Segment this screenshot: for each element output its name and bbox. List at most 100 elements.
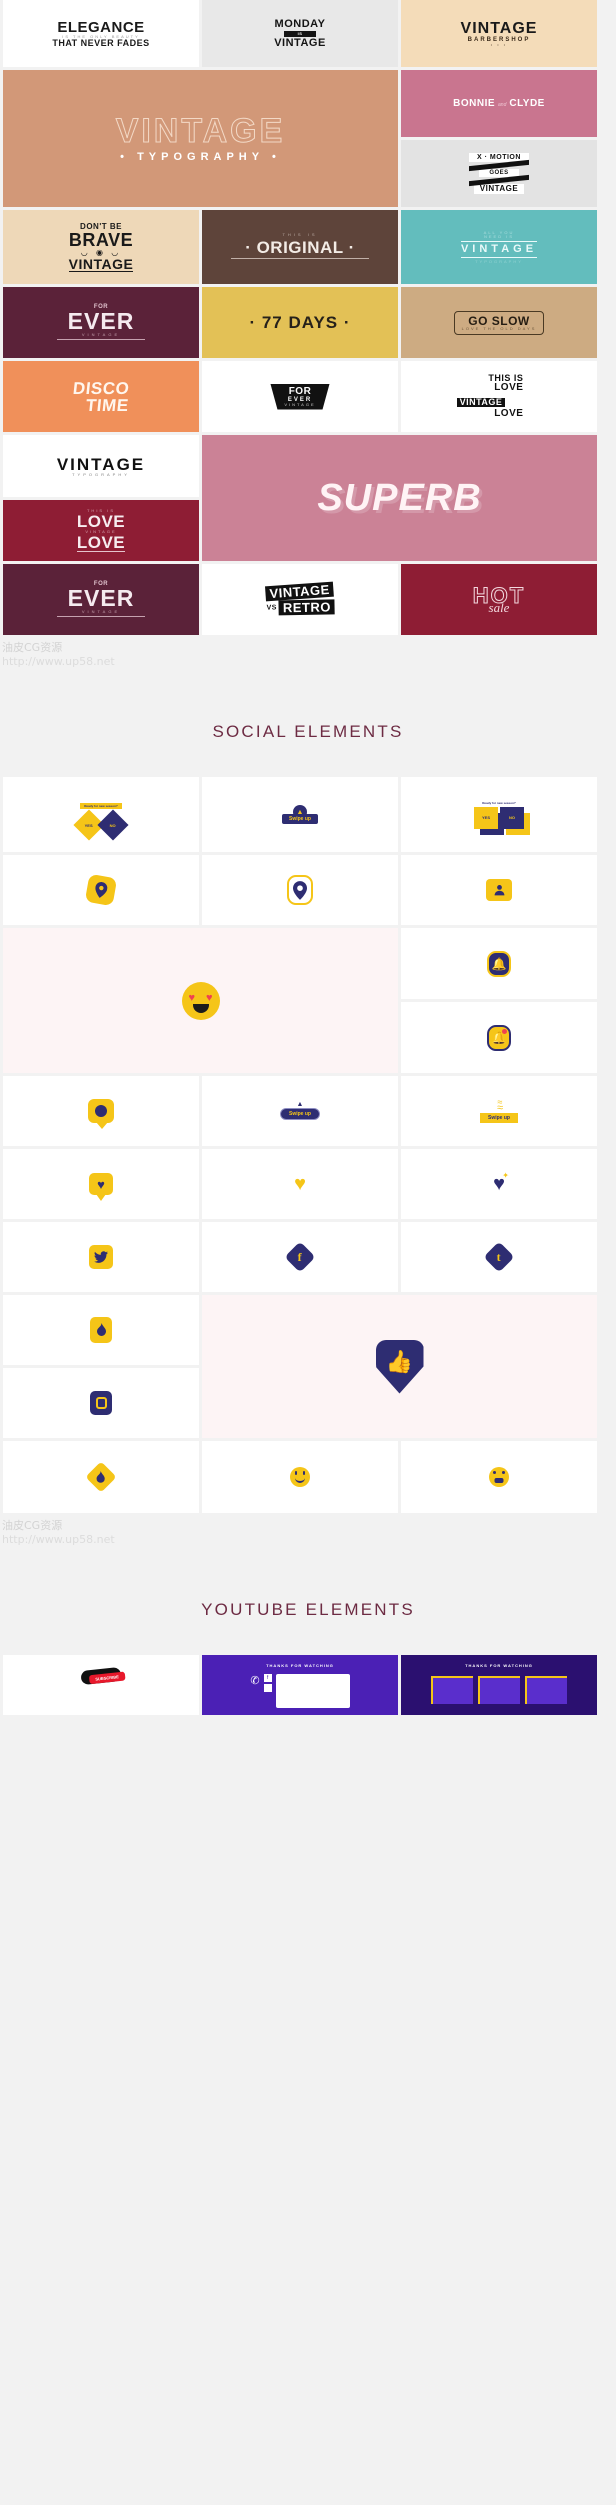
poster-card[interactable]: VINTAGE VS RETRO	[202, 564, 398, 635]
poll-question: Ready for new season?	[482, 800, 516, 805]
watermark-line-1: 油皮CG资源	[2, 641, 63, 654]
poster-card[interactable]: THIS IS · ORIGINAL ·	[202, 210, 398, 284]
poster-card[interactable]: THIS IS LOVE VINTAGE LOVE	[3, 500, 199, 561]
location-pin-burst-icon	[84, 873, 118, 907]
social-card[interactable]	[3, 1295, 199, 1365]
social-card[interactable]: ▲ Swipe up	[202, 1076, 398, 1146]
poster-card[interactable]: DISCO TIME	[3, 361, 199, 432]
poster-line: BONNIE	[453, 97, 496, 109]
end-screen-title: THANKS FOR WATCHING	[266, 1663, 334, 1668]
poster-line: CLYDE	[509, 97, 545, 109]
poster-line: BRAVE	[68, 229, 134, 250]
poster-card[interactable]: ELEGANCE IS THE ONLY BEAUTY THAT NEVER F…	[3, 0, 199, 67]
contact-card-icon	[486, 879, 512, 901]
social-card[interactable]: 👍	[202, 1295, 597, 1438]
poster-line: TYPOGRAPHY	[72, 471, 130, 477]
section-heading-social: SOCIAL ELEMENTS	[0, 687, 616, 777]
poll-yes-label: YES	[481, 815, 490, 820]
facebook-icon: f	[284, 1241, 316, 1273]
social-card[interactable]: t	[401, 1222, 597, 1292]
poster-card[interactable]: THIS IS LOVE VINTAGE LOVE	[401, 361, 597, 432]
social-card[interactable]: Ready for new season? YES NO	[401, 777, 597, 852]
social-card[interactable]: ♥	[202, 1149, 398, 1219]
social-card[interactable]	[3, 1441, 199, 1513]
poster-line: LOVE THE OLD DAYS	[461, 325, 537, 331]
poster-line: TIME	[84, 395, 130, 415]
social-card[interactable]: Ready for new season? YES NO	[3, 777, 199, 852]
poster-line: EVER	[67, 584, 135, 611]
poll-square-icon: Ready for new season? YES NO	[474, 800, 530, 835]
poster-line: LOVE	[494, 382, 524, 393]
poster-card[interactable]: HOT sale	[401, 564, 597, 635]
poster-card[interactable]: VINTAGE TYPOGRAPHY	[3, 435, 199, 497]
poll-no-label: NO	[509, 815, 515, 820]
social-card[interactable]	[3, 855, 199, 925]
poster-card[interactable]: MONDAY IS VINTAGE	[202, 0, 398, 67]
poster-card[interactable]: SUPERB	[202, 435, 597, 561]
poster-line: VINTAGE	[56, 454, 146, 474]
poster-line: ELEGANCE	[57, 18, 145, 36]
social-card[interactable]	[202, 1441, 398, 1513]
poster-card[interactable]: BONNIE and CLYDE	[401, 70, 597, 137]
poster-line: THAT NEVER FADES	[52, 37, 150, 48]
typography-grid: ELEGANCE IS THE ONLY BEAUTY THAT NEVER F…	[0, 0, 616, 635]
poster-line: TYPOGRAPHY	[475, 258, 523, 264]
section-heading-youtube: YOUTUBE ELEMENTS	[0, 1565, 616, 1655]
youtube-card[interactable]: THANKS FOR WATCHING ✆ f	[202, 1655, 398, 1715]
watermark-line-2: http://www.up58.net	[2, 1532, 115, 1546]
poster-card[interactable]: FOR EVER VINTAGE	[3, 287, 199, 358]
bell-badge-icon: 🔔	[487, 950, 511, 977]
poster-line: VINTAGE	[81, 331, 121, 337]
location-pin-icon	[287, 875, 313, 905]
social-card[interactable]: ♥	[3, 1149, 199, 1219]
heart-eyes-emoji-icon: ♥ ♥	[181, 981, 220, 1020]
poster-card[interactable]: ALL YOU NEED IS VINTAGE TYPOGRAPHY	[401, 210, 597, 284]
poster-card[interactable]: DON'T BE BRAVE ◡ ◉ ◡ VINTAGE	[3, 210, 199, 284]
social-card[interactable]: ♥ ✦	[401, 1149, 597, 1219]
poster-card[interactable]: · 77 DAYS ·	[202, 287, 398, 358]
poster-line: THIS IS	[86, 508, 115, 513]
poster-card[interactable]: GO SLOW LOVE THE OLD DAYS	[401, 287, 597, 358]
smiley-face-icon	[290, 1467, 310, 1487]
poster-line: sale	[488, 600, 510, 615]
instagram-icon	[90, 1391, 112, 1415]
poll-diamond-icon: Ready for new season? YES NO	[73, 794, 129, 841]
social-card[interactable]: f	[202, 1222, 398, 1292]
social-card[interactable]	[3, 1222, 199, 1292]
poster-line: VINTAGE	[81, 608, 121, 614]
social-card[interactable]	[401, 1441, 597, 1513]
poster-line: VINTAGE	[115, 112, 286, 150]
social-grid: Ready for new season? YES NO ▲ Swipe up	[0, 777, 616, 1513]
social-card[interactable]: 🔔	[401, 928, 597, 999]
social-card[interactable]	[3, 1076, 199, 1146]
poll-question: Ready for new season?	[80, 802, 122, 809]
watermark: 油皮CG资源 http://www.up58.net	[0, 1513, 616, 1565]
social-card[interactable]: ♥ ♥	[3, 928, 398, 1073]
bell-alert-icon: 🔔	[487, 1024, 511, 1051]
tumblr-icon: t	[483, 1241, 515, 1273]
poster-line: VINTAGE	[456, 398, 506, 407]
heart-icon: ♥	[294, 1172, 306, 1195]
watermark-line-1: 油皮CG资源	[2, 1519, 63, 1532]
social-card[interactable]	[3, 1368, 199, 1438]
poster-line: LOVE	[76, 533, 126, 552]
social-card[interactable]	[401, 855, 597, 925]
youtube-card[interactable]: SUBSCRIBE	[3, 1655, 199, 1715]
twitter-icon	[89, 1245, 113, 1269]
poster-card[interactable]: X · MOTION GOES VINTAGE	[401, 140, 597, 207]
youtube-card[interactable]: THANKS FOR WATCHING	[401, 1655, 597, 1715]
social-card[interactable]	[202, 855, 398, 925]
social-card[interactable]: ▲ Swipe up	[202, 777, 398, 852]
poster-card[interactable]: FOR EVER VINTAGE	[3, 564, 199, 635]
chat-bubble-icon	[88, 1099, 114, 1129]
social-card[interactable]: ≈ ≈ Swipe up	[401, 1076, 597, 1146]
poster-preview-page: ELEGANCE IS THE ONLY BEAUTY THAT NEVER F…	[0, 0, 616, 1715]
swipe-up-label: Swipe up	[282, 814, 318, 824]
poster-line: VINTAGE	[264, 581, 335, 602]
poster-card[interactable]: VINTAGE BARBERSHOP • • •	[401, 0, 597, 67]
subscribe-button-icon: SUBSCRIBE	[80, 1666, 126, 1686]
poster-card[interactable]: FOR EVER VINTAGE	[202, 361, 398, 432]
poster-line: NEED IS	[483, 233, 514, 239]
poster-card[interactable]: VINTAGE • TYPOGRAPHY •	[3, 70, 398, 207]
social-card[interactable]: 🔔	[401, 1002, 597, 1073]
